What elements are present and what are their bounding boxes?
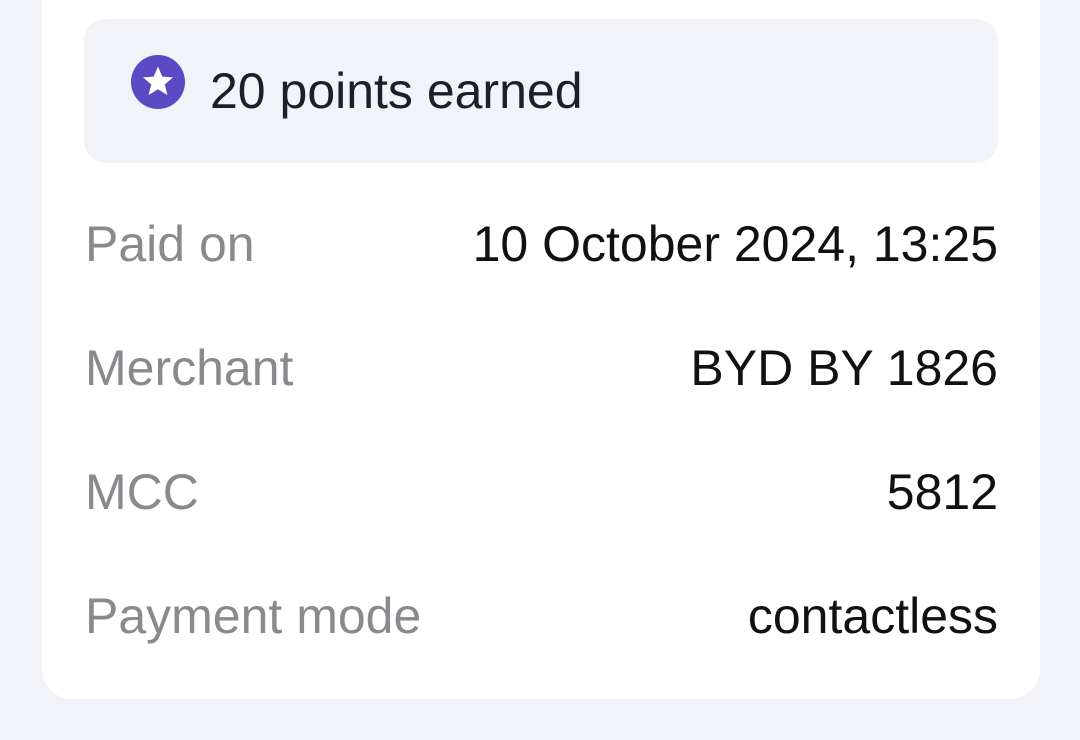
detail-row-merchant: Merchant BYD BY 1826 bbox=[84, 332, 998, 402]
detail-row-payment-mode: Payment mode contactless bbox=[84, 580, 998, 650]
merchant-value: BYD BY 1826 bbox=[690, 340, 998, 396]
points-earned-text: 20 points earned bbox=[210, 63, 583, 119]
star-badge-icon bbox=[131, 55, 185, 109]
payment-mode-value: contactless bbox=[747, 588, 998, 644]
detail-row-mcc: MCC 5812 bbox=[84, 456, 998, 526]
payment-mode-label: Payment mode bbox=[85, 588, 422, 644]
points-earned-banner: 20 points earned bbox=[84, 19, 998, 163]
detail-row-paid-on: Paid on 10 October 2024, 13:25 bbox=[84, 208, 998, 278]
paid-on-label: Paid on bbox=[85, 216, 255, 272]
merchant-label: Merchant bbox=[85, 340, 294, 396]
mcc-value: 5812 bbox=[886, 464, 998, 520]
mcc-label: MCC bbox=[85, 464, 199, 520]
paid-on-value: 10 October 2024, 13:25 bbox=[472, 216, 998, 272]
